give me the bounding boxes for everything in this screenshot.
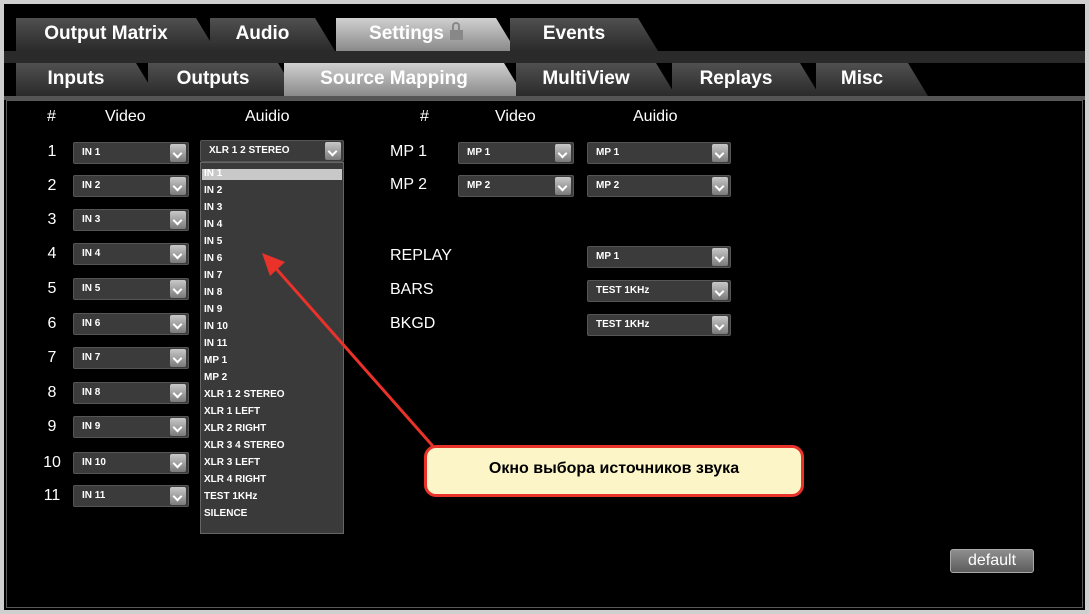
arrow-line xyxy=(270,263,448,462)
default-button[interactable]: default xyxy=(950,549,1034,573)
annotation-arrow xyxy=(262,253,448,462)
callout-text: Окно выбора источников звука xyxy=(488,460,740,477)
annotation-callout: Окно выбора источников звука xyxy=(424,445,804,497)
